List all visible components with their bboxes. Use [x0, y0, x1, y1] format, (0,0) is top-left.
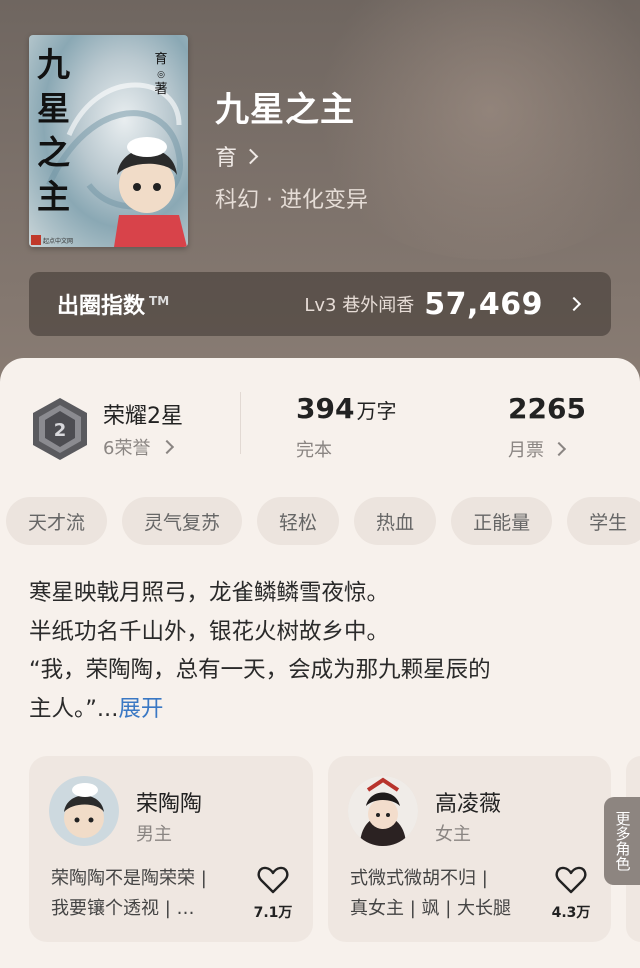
popularity-level: Lv3 巷外闻香 [304, 295, 415, 316]
like-button[interactable]: 7.1万 [253, 866, 293, 922]
avatar [49, 776, 119, 846]
honor-link[interactable]: 6荣誉 [103, 434, 175, 460]
character-name: 荣陶陶 [136, 792, 203, 817]
honor-badge-icon: 2 [33, 398, 87, 460]
character-name: 高凌薇 [435, 792, 502, 817]
monthly-tickets-link[interactable]: 月票 [508, 436, 567, 462]
character-card[interactable]: 高凌薇 女主 式微式微胡不归 | 真女主 | 飒 | 大长腿 4.3万 [328, 756, 611, 942]
word-count: 394 万字 [296, 392, 397, 425]
book-cover[interactable]: 九星之主 育 ◎ 著 起点中文网 [29, 35, 188, 247]
tag-chip[interactable]: 天才流 [6, 497, 108, 545]
character-description: 荣陶陶不是陶荣荣 | 我要镶个透视 | … [51, 868, 207, 919]
more-roles-tab[interactable]: 更多角色 [604, 797, 640, 885]
author-name: 育 [215, 146, 238, 171]
character-role: 男主 [136, 824, 172, 845]
tag-chip[interactable]: 轻松 [257, 497, 340, 545]
heart-icon [555, 866, 587, 894]
cover-publisher: 起点中文网 [43, 238, 74, 245]
completion-status: 完本 [296, 440, 332, 461]
heart-icon [257, 866, 289, 894]
tag-chip[interactable]: 热血 [354, 497, 437, 545]
chevron-right-icon [242, 148, 259, 164]
monthly-tickets-count: 2265 [508, 392, 586, 425]
like-count: 4.3万 [551, 905, 591, 921]
author-link[interactable]: 育 [215, 140, 259, 172]
character-description: 式微式微胡不归 | 真女主 | 飒 | 大长腿 [350, 868, 512, 919]
honor-badge-number: 2 [54, 420, 67, 441]
book-title: 九星之主 [215, 90, 355, 130]
avatar [348, 776, 418, 846]
tag-list: 天才流 灵气复苏 轻松 热血 正能量 学生 [6, 497, 640, 547]
description-line: 主人。”... [29, 695, 119, 722]
popularity-score: 57,469 [424, 286, 543, 322]
tag-chip[interactable]: 学生 [567, 497, 640, 545]
book-genre: 科幻 · 进化变异 [215, 188, 368, 213]
like-count: 7.1万 [253, 905, 293, 921]
description-line: 半纸功名千山外，银花火树故乡中。 [29, 618, 390, 645]
chevron-right-icon [160, 439, 175, 455]
book-description: 寒星映戟月照弓，龙雀鳞鳞雪夜惊。 半纸功名千山外，银花火树故乡中。 “我，荣陶陶… [29, 574, 619, 728]
stats-row: 2 荣耀2星 6荣誉 394 万字 完本 2265 月票 [0, 380, 640, 470]
like-button[interactable]: 4.3万 [551, 866, 591, 922]
tag-chip[interactable]: 正能量 [451, 497, 553, 545]
chevron-right-icon [551, 441, 567, 457]
popularity-label: 出圈指数 TM [57, 293, 170, 319]
book-header: 九星之主 育 ◎ 著 起点中文网 九星之主 育 科幻 · 进化变异 出圈指数 TM L… [0, 0, 640, 400]
cover-title-text: 九星之主 [37, 45, 70, 216]
description-line: “我，荣陶陶，总有一天，会成为那九颗星辰的 [29, 657, 491, 683]
character-card[interactable]: 荣陶陶 男主 荣陶陶不是陶荣荣 | 我要镶个透视 | … 7.1万 [29, 756, 313, 942]
cover-author-text: 育 ◎ 著 [154, 52, 168, 97]
honor-title: 荣耀2星 [103, 404, 183, 429]
tag-chip[interactable]: 灵气复苏 [122, 497, 243, 545]
stats-divider [240, 392, 241, 454]
popularity-index-bar[interactable]: 出圈指数 TM Lv3 巷外闻香 57,469 [29, 272, 611, 336]
character-role: 女主 [435, 824, 471, 845]
expand-link[interactable]: 展开 [118, 696, 163, 722]
description-line: 寒星映戟月照弓，龙雀鳞鳞雪夜惊。 [29, 580, 390, 606]
monthly-tickets-label: 月票 [508, 440, 544, 461]
chevron-right-icon [566, 296, 582, 312]
honor-count: 6荣誉 [103, 438, 151, 459]
